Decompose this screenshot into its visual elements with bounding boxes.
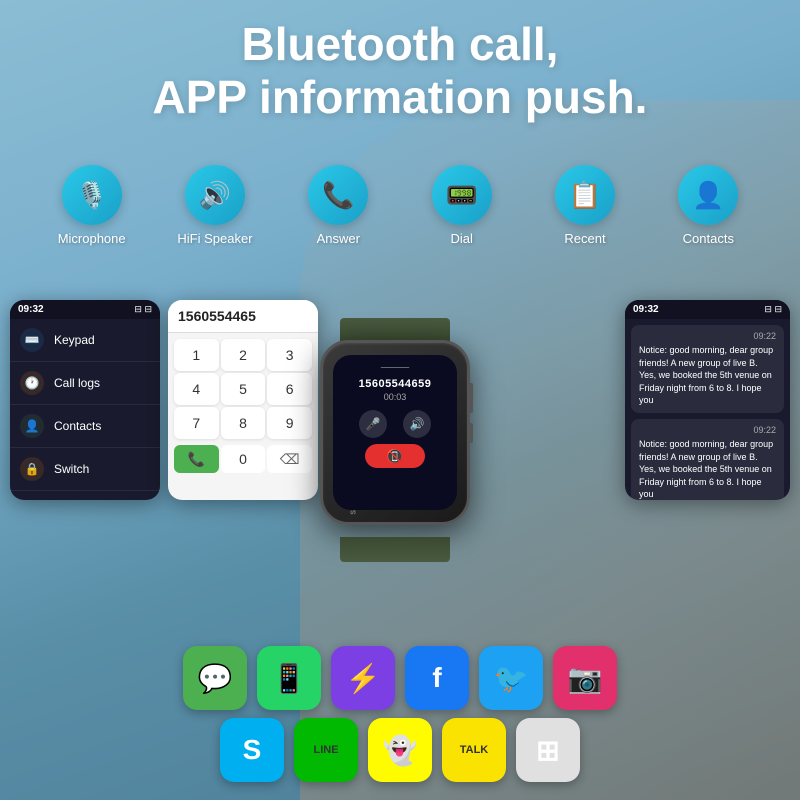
feature-contacts: 👤 Contacts bbox=[663, 165, 753, 246]
microphone-label: Microphone bbox=[58, 231, 126, 246]
recent-icon: 📋 bbox=[555, 165, 615, 225]
apps-section: 💬📱⚡f🐦📷 SLINE👻TALK⊞ bbox=[10, 646, 790, 790]
answer-label: Answer bbox=[317, 231, 360, 246]
notification-panel: 09:32 ⊟ ⊟ 09:22 Notice: good morning, de… bbox=[625, 300, 790, 500]
app-twitter[interactable]: 🐦 bbox=[479, 646, 543, 710]
keypad-key-6[interactable]: 6 bbox=[267, 373, 312, 405]
hero-line1: Bluetooth call, bbox=[0, 18, 800, 71]
watch-volume-button[interactable]: 🔊 bbox=[403, 410, 431, 438]
notification-1: 09:22 Notice: good morning, dear group f… bbox=[631, 419, 784, 500]
menu-label: Contacts bbox=[54, 419, 101, 433]
feature-recent: 📋 Recent bbox=[540, 165, 630, 246]
keypad-key-9[interactable]: 9 bbox=[267, 407, 312, 439]
contacts-icon: 👤 bbox=[20, 414, 44, 438]
keypad-number: 1560554465 bbox=[168, 300, 318, 333]
watch-side-button-2 bbox=[468, 423, 473, 443]
feature-hifi-speaker: 🔊 HiFi Speaker bbox=[170, 165, 260, 246]
watch-call-controls: 🎤 🔊 bbox=[359, 410, 431, 438]
app-snapchat[interactable]: 👻 bbox=[368, 718, 432, 782]
keypad-key-7[interactable]: 7 bbox=[174, 407, 219, 439]
notif-timestamp: 09:22 bbox=[639, 331, 776, 341]
keypad-key-2[interactable]: 2 bbox=[221, 339, 266, 371]
notif-status-bar: 09:32 ⊟ ⊟ bbox=[625, 300, 790, 319]
hifi-speaker-label: HiFi Speaker bbox=[177, 231, 252, 246]
watch-band-bottom bbox=[340, 537, 450, 562]
app-whatsapp[interactable]: 📱 bbox=[257, 646, 321, 710]
watch-duration: 00:03 bbox=[384, 392, 407, 402]
menu-item-contacts[interactable]: 👤 Contacts bbox=[10, 405, 160, 448]
notification-0: 09:22 Notice: good morning, dear group f… bbox=[631, 325, 784, 413]
app-kakaotalk[interactable]: TALK bbox=[442, 718, 506, 782]
app-facebook[interactable]: f bbox=[405, 646, 469, 710]
menu-label: Call logs bbox=[54, 376, 100, 390]
left-phone-panel: 09:32 ⊟ ⊟ ⌨️ Keypad 🕐 Call logs 👤 Contac… bbox=[10, 300, 160, 500]
watch-mute-button[interactable]: 🎤 bbox=[359, 410, 387, 438]
notif-battery: ⊟ ⊟ bbox=[764, 304, 782, 315]
app-skype[interactable]: S bbox=[220, 718, 284, 782]
notif-text: Notice: good morning, dear group friends… bbox=[639, 344, 776, 407]
dial-label: Dial bbox=[450, 231, 472, 246]
menu-label: Switch bbox=[54, 462, 89, 476]
call logs-icon: 🕐 bbox=[20, 371, 44, 395]
switch-icon: 🔒 bbox=[20, 457, 44, 481]
app-messenger[interactable]: ⚡ bbox=[331, 646, 395, 710]
menu-item-switch[interactable]: 🔒 Switch bbox=[10, 448, 160, 491]
menu-item-call-logs[interactable]: 🕐 Call logs bbox=[10, 362, 160, 405]
keypad-key-3[interactable]: 3 bbox=[267, 339, 312, 371]
app-instagram[interactable]: 📷 bbox=[553, 646, 617, 710]
notif-timestamp: 09:22 bbox=[639, 425, 776, 435]
keypad-key-1[interactable]: 1 bbox=[174, 339, 219, 371]
smartwatch: SHIELD POWER ───── 15605544659 00:03 🎤 🔊… bbox=[320, 340, 490, 540]
menu-item-keypad[interactable]: ⌨️ Keypad bbox=[10, 319, 160, 362]
battery-icon-left: ⊟ ⊟ bbox=[134, 304, 152, 315]
keypad-panel: 1560554465 123 456 789 📞 0 ⌫ bbox=[168, 300, 318, 500]
hifi-speaker-icon: 🔊 bbox=[185, 165, 245, 225]
app-line[interactable]: LINE bbox=[294, 718, 358, 782]
watch-phone-number: 15605544659 bbox=[359, 378, 432, 390]
keypad-delete[interactable]: ⌫ bbox=[267, 445, 312, 473]
feature-microphone: 🎙️ Microphone bbox=[47, 165, 137, 246]
watch-case: SHIELD POWER ───── 15605544659 00:03 🎤 🔊… bbox=[320, 340, 470, 525]
keypad-key-8[interactable]: 8 bbox=[221, 407, 266, 439]
watch-end-call-button[interactable]: 📵 bbox=[365, 444, 425, 468]
features-row: 🎙️ Microphone 🔊 HiFi Speaker 📞 Answer 📟 … bbox=[30, 165, 770, 246]
contacts-label: Contacts bbox=[683, 231, 734, 246]
watch-screen: ───── 15605544659 00:03 🎤 🔊 📵 bbox=[333, 355, 457, 510]
keypad-bottom-row: 📞 0 ⌫ bbox=[168, 445, 318, 479]
watch-side-button-1 bbox=[468, 383, 473, 413]
keypad-zero[interactable]: 0 bbox=[221, 445, 266, 473]
app-messages[interactable]: 💬 bbox=[183, 646, 247, 710]
hero-line2: APP information push. bbox=[0, 71, 800, 124]
answer-icon: 📞 bbox=[308, 165, 368, 225]
notif-time: 09:32 bbox=[633, 304, 659, 315]
feature-dial: 📟 Dial bbox=[417, 165, 507, 246]
keypad-icon: ⌨️ bbox=[20, 328, 44, 352]
microphone-icon: 🎙️ bbox=[62, 165, 122, 225]
app-grid-app[interactable]: ⊞ bbox=[516, 718, 580, 782]
status-bar-left: 09:32 ⊟ ⊟ bbox=[10, 300, 160, 319]
recent-label: Recent bbox=[564, 231, 605, 246]
keypad-key-4[interactable]: 4 bbox=[174, 373, 219, 405]
contacts-icon: 👤 bbox=[678, 165, 738, 225]
keypad-key-5[interactable]: 5 bbox=[221, 373, 266, 405]
keypad-call-button[interactable]: 📞 bbox=[174, 445, 219, 473]
panel-time-left: 09:32 bbox=[18, 304, 44, 315]
notif-text: Notice: good morning, dear group friends… bbox=[639, 438, 776, 500]
dial-icon: 📟 bbox=[432, 165, 492, 225]
menu-label: Keypad bbox=[54, 333, 95, 347]
hero-title: Bluetooth call, APP information push. bbox=[0, 18, 800, 124]
feature-answer: 📞 Answer bbox=[293, 165, 383, 246]
